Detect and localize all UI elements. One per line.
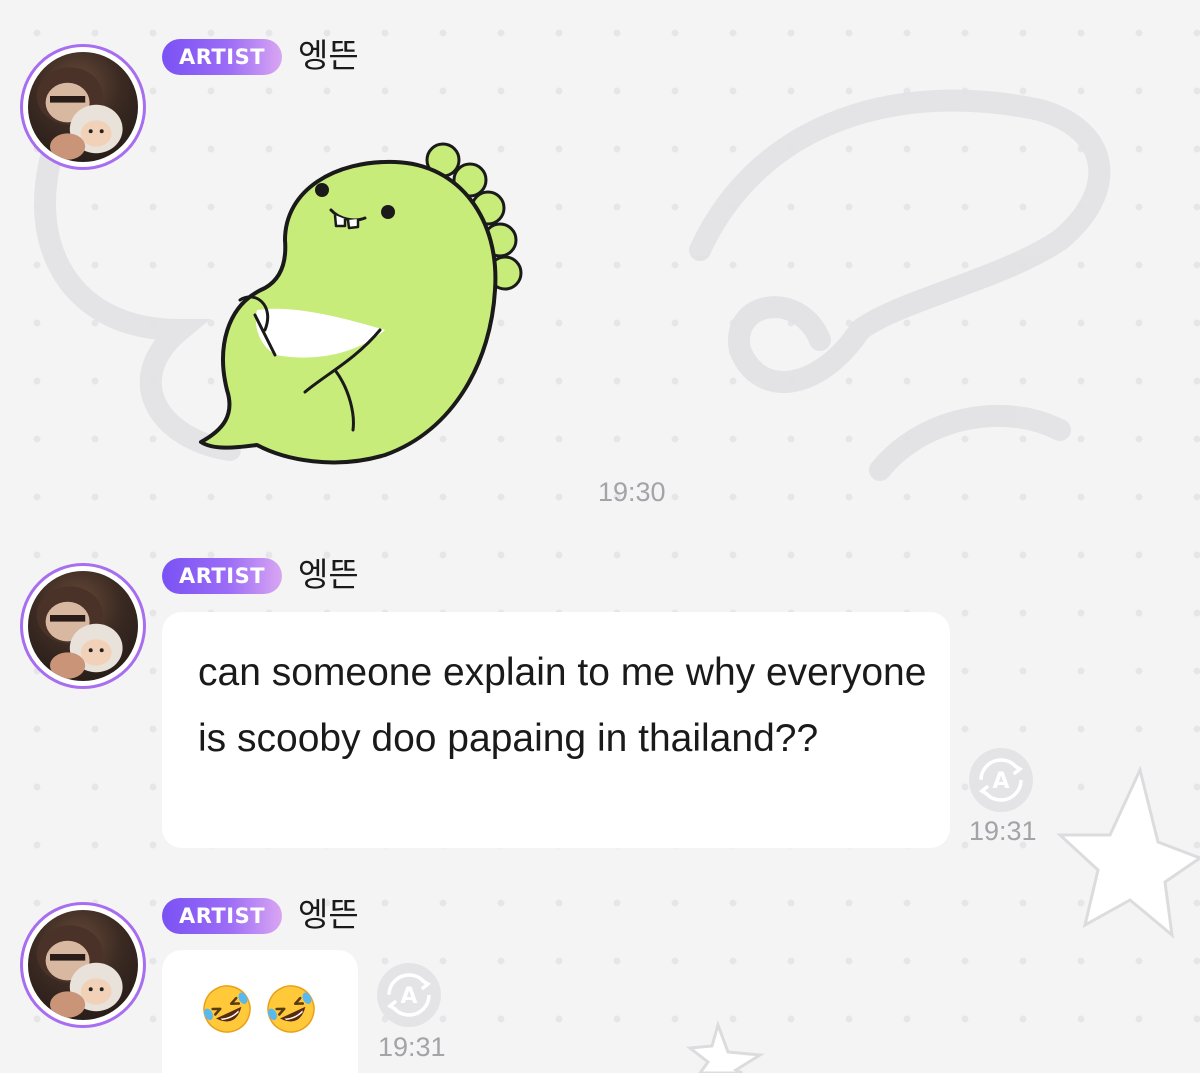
artist-badge: ARTIST <box>162 39 282 75</box>
sender-avatar[interactable] <box>20 902 146 1028</box>
rolling-on-floor-laughing-emoji <box>267 985 315 1033</box>
translate-icon[interactable]: A <box>376 962 442 1028</box>
avatar-photo <box>28 571 138 681</box>
message-time: 19:31 <box>969 816 1037 846</box>
emoji-row <box>200 982 318 1036</box>
rolling-on-floor-laughing-emoji <box>203 985 251 1033</box>
translate-icon[interactable]: A <box>968 747 1034 813</box>
avatar-photo <box>28 52 138 162</box>
sender-name[interactable]: 엥뜬 <box>298 555 359 595</box>
green-dinosaur-sticker[interactable] <box>195 130 525 475</box>
svg-text:A: A <box>400 984 417 1009</box>
message-text: can someone explain to me why everyone i… <box>198 651 927 760</box>
sender-name[interactable]: 엥뜬 <box>298 36 359 76</box>
avatar-photo <box>28 910 138 1020</box>
sender-avatar[interactable] <box>20 563 146 689</box>
artist-badge: ARTIST <box>162 558 282 594</box>
sender-name[interactable]: 엥뜬 <box>298 895 359 935</box>
message-time: 19:31 <box>378 1032 446 1062</box>
artist-badge: ARTIST <box>162 898 282 934</box>
sender-avatar[interactable] <box>20 44 146 170</box>
svg-text:A: A <box>992 769 1009 794</box>
message-time: 19:30 <box>598 477 666 507</box>
